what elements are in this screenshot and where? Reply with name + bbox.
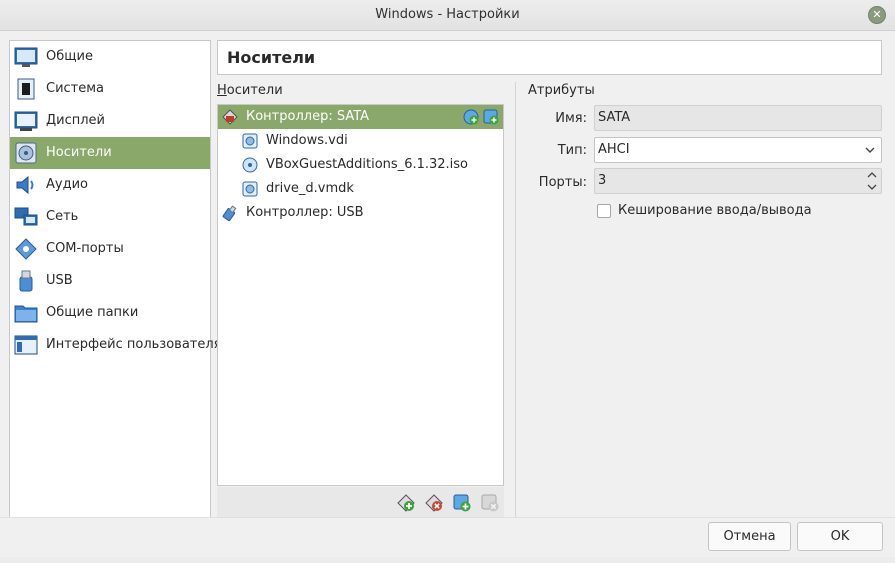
sidebar-item-label: Общие папки	[46, 305, 139, 320]
sidebar-item-label: Носители	[46, 145, 112, 160]
optical-disk-icon	[242, 157, 258, 173]
sidebar-item-label: COM-порты	[46, 241, 124, 256]
add-hard-disk-icon[interactable]	[483, 109, 499, 125]
hard-disk-icon	[242, 181, 258, 197]
sidebar-item-system[interactable]: Система	[10, 73, 210, 105]
storage-tree[interactable]: Контроллер: SATA Windows.vdi VBoxGuestAd…	[217, 104, 504, 486]
audio-icon	[16, 175, 34, 195]
settings-sidebar: Общие Система Дисплей Носители Аудио Сет…	[9, 40, 222, 518]
name-label: Имя:	[555, 111, 587, 126]
tree-item-controller-usb[interactable]: Контроллер: USB	[218, 201, 503, 225]
storage-section-label: Носители	[217, 83, 283, 98]
sidebar-item-display[interactable]: Дисплей	[10, 105, 210, 137]
tree-item-label: Windows.vdi	[266, 133, 348, 148]
sidebar-item-usb[interactable]: USB	[10, 265, 210, 297]
sidebar-item-label: Интерфейс пользователя	[46, 337, 222, 352]
name-field[interactable]: SATA	[594, 105, 882, 131]
sidebar-item-general[interactable]: Общие	[10, 41, 210, 73]
network-icon	[14, 207, 38, 226]
close-window-button[interactable]: ✕	[868, 6, 886, 24]
spin-arrows-icon[interactable]	[865, 169, 879, 193]
tree-item-hard-disk[interactable]: Windows.vdi	[218, 129, 503, 153]
ports-value: 3	[598, 173, 607, 188]
dialog-separator	[0, 517, 895, 518]
display-icon	[14, 111, 38, 131]
tree-item-controller-sata[interactable]: Контроллер: SATA	[218, 105, 503, 129]
sidebar-item-storage[interactable]: Носители	[10, 137, 210, 169]
page-title-panel: Носители	[217, 40, 882, 75]
name-value: SATA	[598, 110, 631, 125]
storage-toolbar	[217, 487, 504, 517]
type-value: AHCI	[598, 142, 630, 157]
sidebar-item-user-interface[interactable]: Интерфейс пользователя	[10, 329, 222, 361]
tree-item-label: VBoxGuestAdditions_6.1.32.iso	[266, 157, 469, 172]
system-icon	[17, 78, 35, 100]
page-title: Носители	[227, 48, 316, 67]
ports-label: Порты:	[538, 175, 587, 190]
sidebar-item-label: Аудио	[46, 177, 88, 192]
shared-folders-icon	[14, 305, 38, 323]
type-select[interactable]: AHCI	[594, 137, 882, 163]
cancel-button[interactable]: Отмена	[708, 522, 791, 551]
remove-attachment-icon[interactable]	[481, 494, 499, 512]
add-optical-drive-icon[interactable]	[463, 109, 479, 125]
io-cache-label[interactable]: Кеширование ввода/вывода	[618, 203, 812, 218]
ports-spinbox[interactable]: 3	[594, 168, 882, 194]
tree-item-optical-disk[interactable]: VBoxGuestAdditions_6.1.32.iso	[218, 153, 503, 177]
sidebar-item-label: Сеть	[46, 209, 79, 224]
sidebar-item-label: Система	[46, 81, 105, 96]
taskbar-edge	[0, 557, 895, 563]
remove-controller-icon[interactable]	[425, 494, 443, 512]
ok-button[interactable]: OK	[797, 522, 883, 551]
controller-icon	[222, 109, 238, 125]
tree-item-label: drive_d.vmdk	[266, 181, 354, 196]
sidebar-item-label: Дисплей	[46, 113, 106, 128]
add-attachment-icon[interactable]	[453, 494, 471, 512]
usb-icon	[19, 270, 33, 292]
sidebar-item-audio[interactable]: Аудио	[10, 169, 210, 201]
sidebar-item-label: Общие	[46, 49, 93, 64]
title-bar: Windows - Настройки ✕	[0, 0, 895, 31]
serial-ports-icon	[15, 238, 37, 260]
tree-item-hard-disk[interactable]: drive_d.vmdk	[218, 177, 503, 201]
sidebar-item-serial-ports[interactable]: COM-порты	[10, 233, 210, 265]
usb-controller-icon	[222, 205, 237, 221]
sidebar-item-label: USB	[46, 273, 73, 288]
add-controller-icon[interactable]	[397, 494, 415, 512]
sidebar-item-shared-folders[interactable]: Общие папки	[10, 297, 210, 329]
user-interface-icon	[14, 335, 38, 355]
hard-disk-icon	[242, 133, 258, 149]
general-icon	[14, 47, 38, 67]
tree-item-label: Контроллер: USB	[246, 205, 364, 220]
attributes-section-label: Атрибуты	[528, 83, 595, 98]
type-label: Тип:	[557, 143, 587, 158]
tree-item-label: Контроллер: SATA	[246, 109, 370, 124]
storage-icon	[15, 142, 37, 164]
window-title: Windows - Настройки	[375, 7, 520, 22]
chevron-down-icon	[865, 147, 875, 153]
io-cache-checkbox[interactable]	[597, 204, 611, 218]
sidebar-item-network[interactable]: Сеть	[10, 201, 210, 233]
